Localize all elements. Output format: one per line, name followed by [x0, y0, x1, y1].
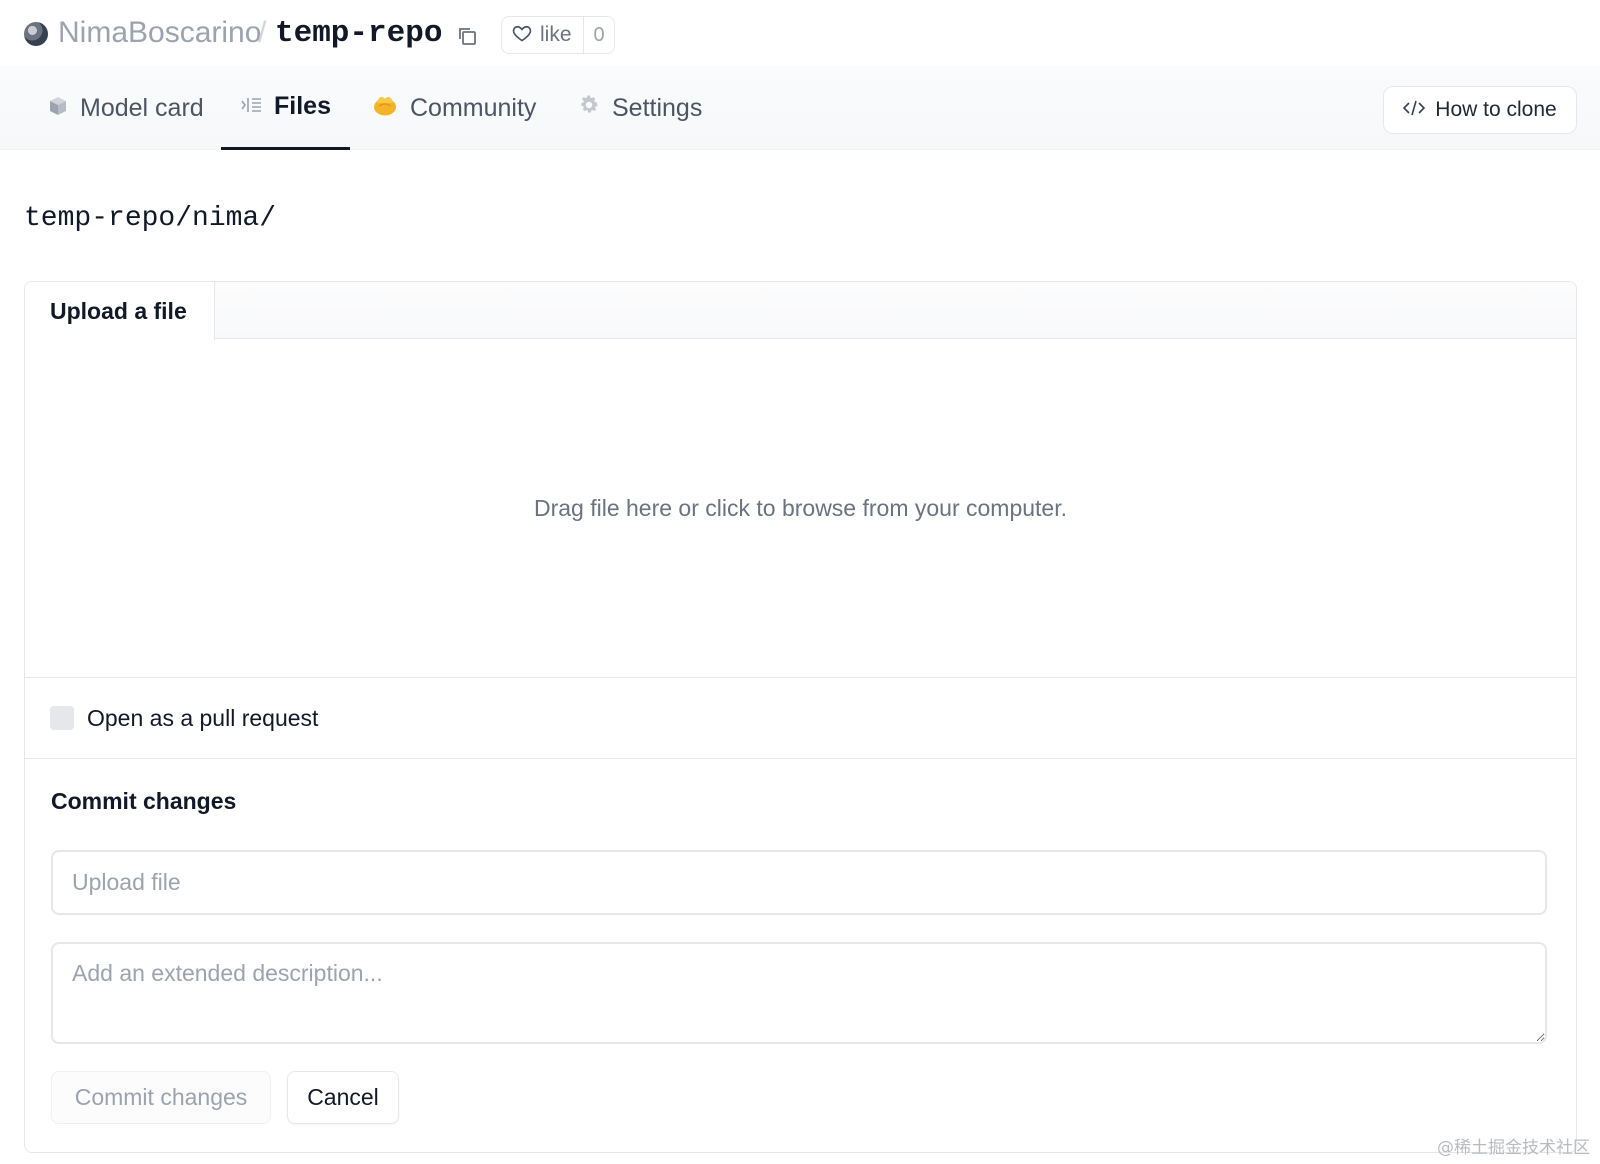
community-icon — [372, 93, 410, 124]
gear-icon — [578, 94, 612, 123]
heart-icon — [512, 23, 532, 48]
watermark: @稀土掘金技术社区 — [1437, 1138, 1590, 1158]
pull-request-checkbox[interactable] — [50, 706, 74, 730]
current-path: temp-repo/nima/ — [24, 203, 277, 234]
tab-community[interactable]: Community — [372, 66, 536, 150]
repo-tabs: Model card Files Community Settings How … — [0, 66, 1600, 150]
upload-panel: Upload a file Drag file here or click to… — [24, 281, 1577, 1153]
tab-upload-file[interactable]: Upload a file — [25, 282, 215, 340]
cube-icon — [48, 94, 80, 123]
clone-label: How to clone — [1435, 98, 1557, 121]
tab-label: Community — [410, 93, 537, 122]
repo-header: NimaBoscarino / temp-repo like 0 — [0, 0, 1600, 66]
file-dropzone[interactable]: Drag file here or click to browse from y… — [25, 339, 1576, 678]
like-toggle[interactable]: like — [502, 17, 584, 53]
avatar[interactable] — [24, 22, 48, 46]
like-count[interactable]: 0 — [584, 24, 614, 47]
commit-changes-button[interactable]: Commit changes — [51, 1071, 271, 1124]
tab-files[interactable]: Files — [221, 66, 350, 150]
tab-label: Settings — [612, 93, 703, 122]
like-button[interactable]: like 0 — [501, 16, 615, 54]
tab-settings[interactable]: Settings — [578, 66, 702, 150]
pull-request-option: Open as a pull request — [25, 678, 1576, 759]
pull-request-label[interactable]: Open as a pull request — [87, 705, 318, 732]
tab-label: Model card — [80, 93, 204, 122]
how-to-clone-button[interactable]: How to clone — [1383, 86, 1577, 134]
repo-name-link[interactable]: temp-repo — [275, 16, 442, 51]
commit-section-title: Commit changes — [51, 788, 237, 814]
files-icon — [240, 92, 274, 121]
commit-description-input[interactable] — [51, 942, 1547, 1044]
tab-model-card[interactable]: Model card — [48, 66, 204, 150]
like-label: like — [540, 23, 572, 46]
commit-summary-input[interactable] — [51, 850, 1547, 915]
upload-tabs: Upload a file — [25, 282, 1576, 340]
tab-label: Files — [274, 92, 331, 120]
cancel-button[interactable]: Cancel — [287, 1071, 399, 1124]
copy-icon[interactable] — [456, 25, 478, 47]
code-icon — [1403, 98, 1435, 122]
repo-owner-link[interactable]: NimaBoscarino — [58, 16, 261, 50]
dropzone-text: Drag file here or click to browse from y… — [533, 494, 1068, 521]
path-separator: / — [258, 16, 267, 49]
